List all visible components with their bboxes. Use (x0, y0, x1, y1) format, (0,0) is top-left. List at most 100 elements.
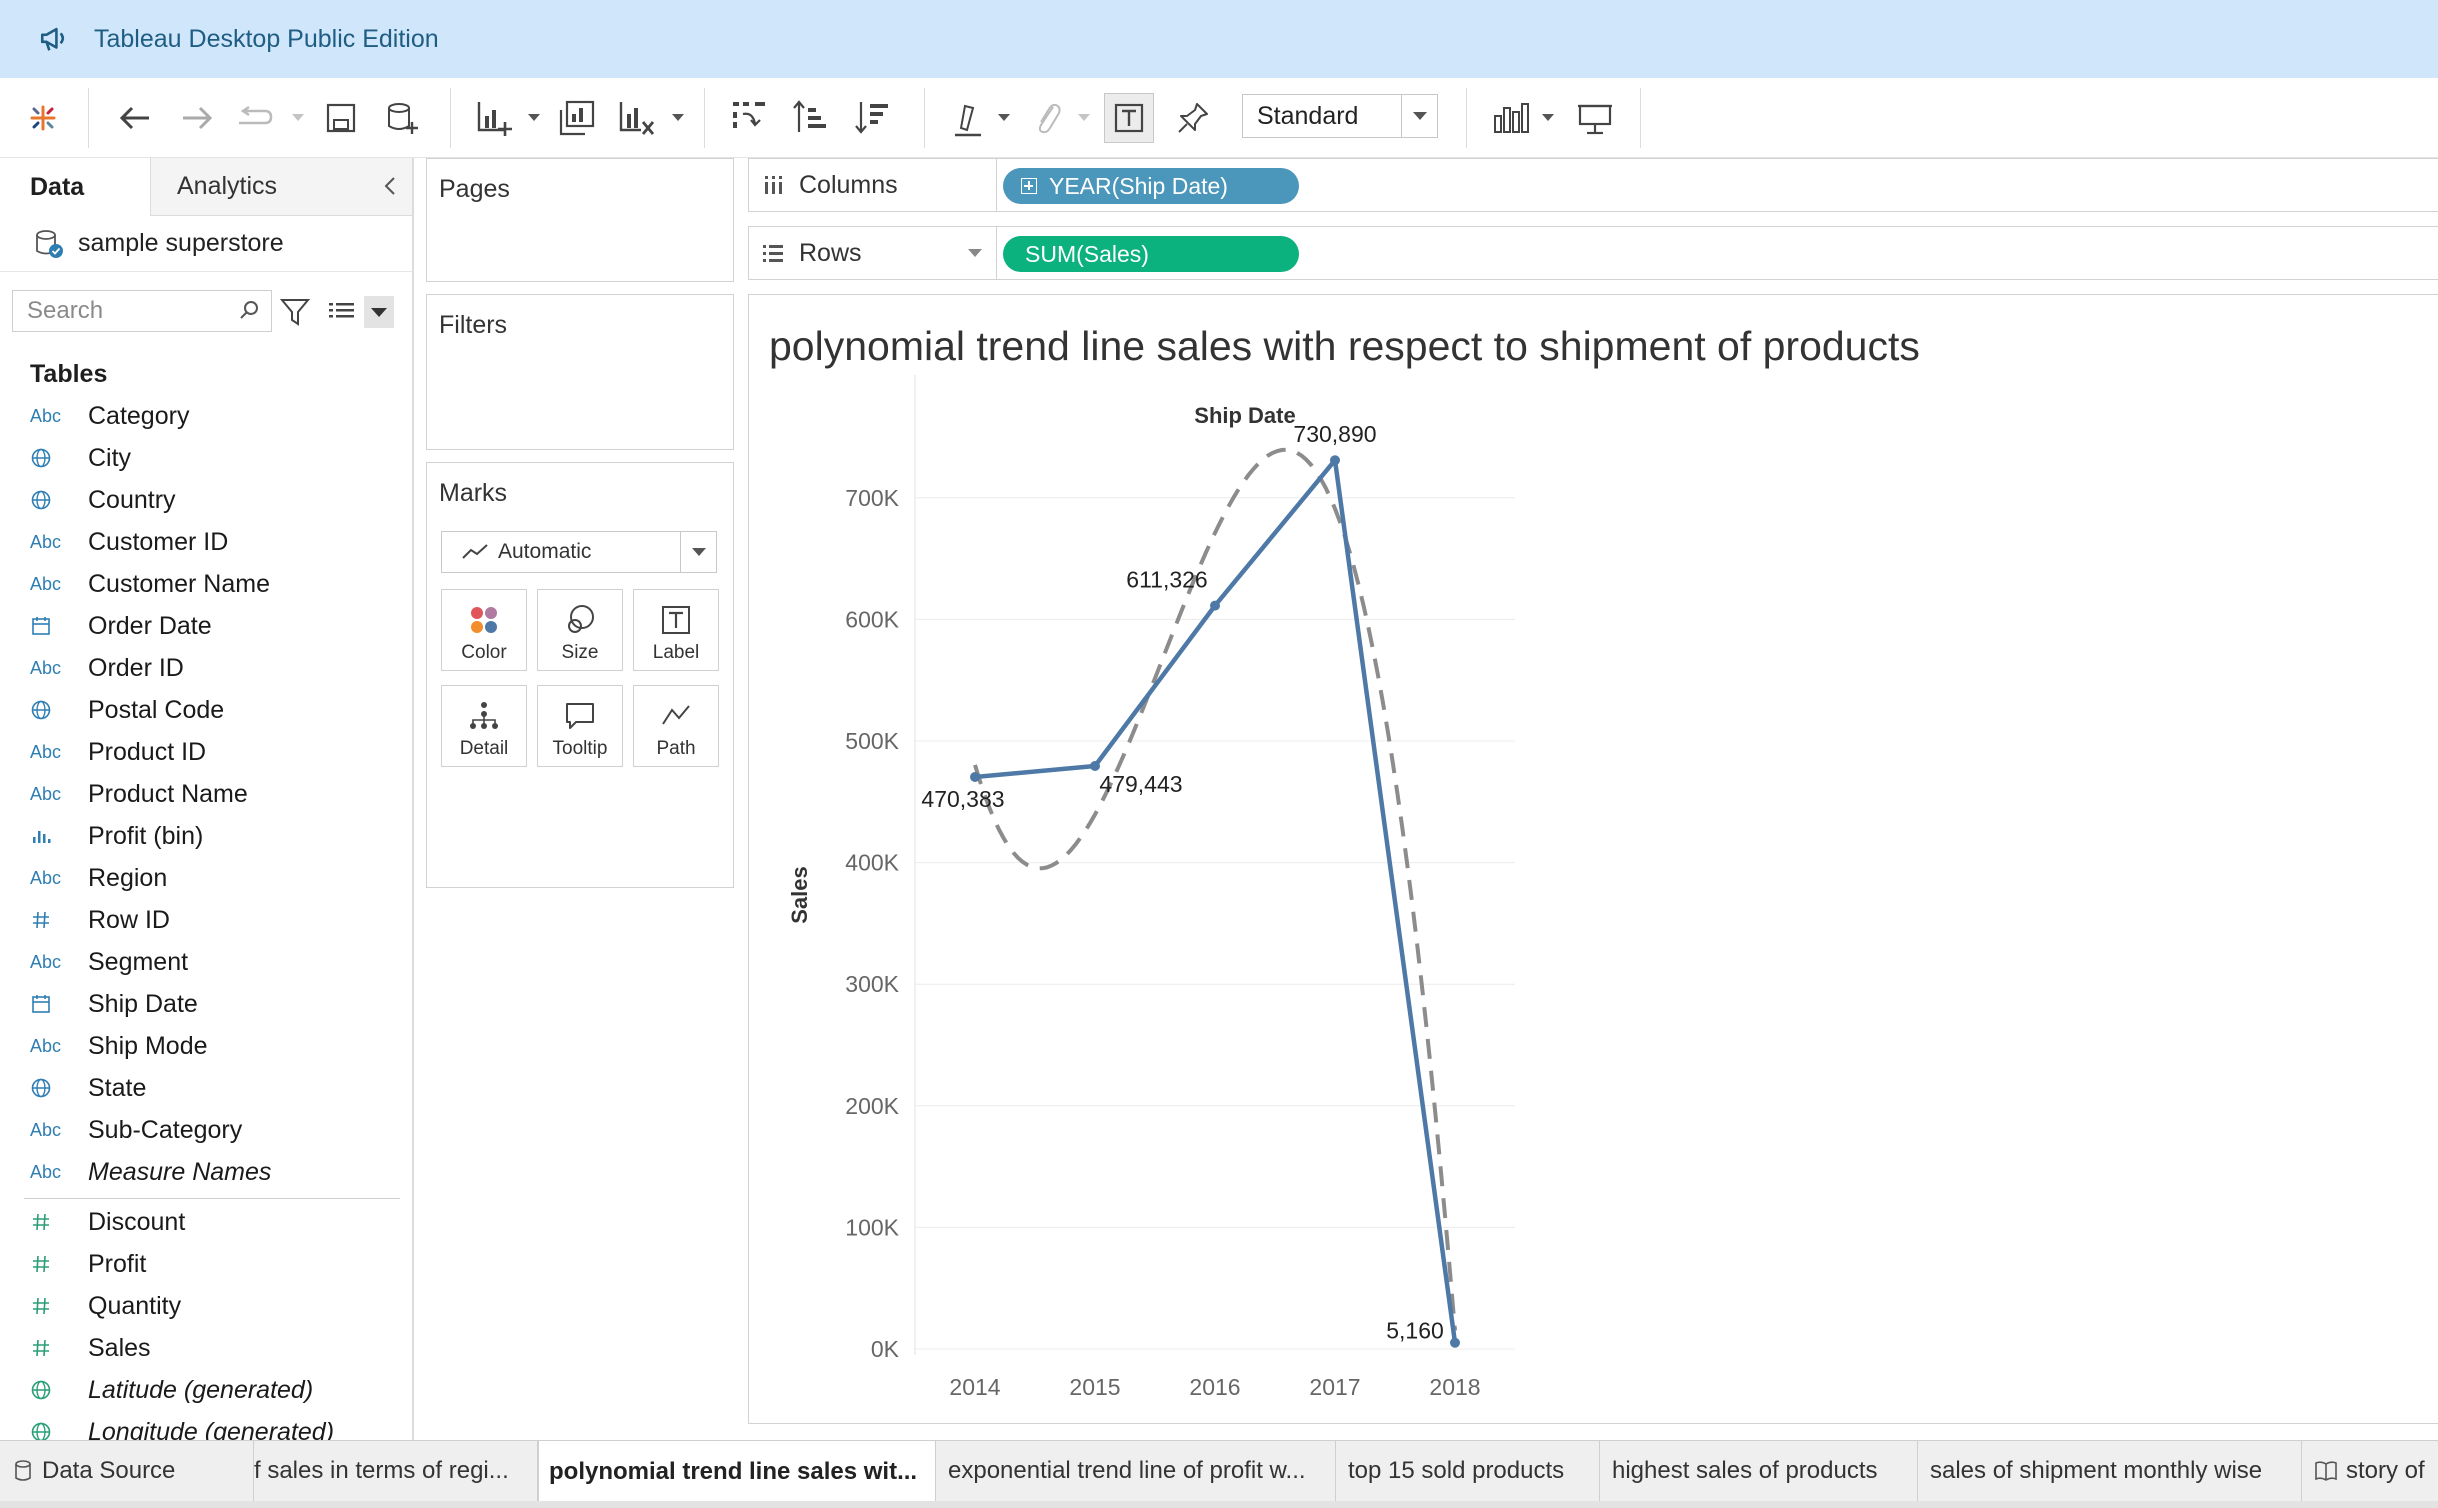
fit-select-value: Standard (1257, 101, 1359, 130)
field-item[interactable]: Abc Segment (0, 941, 412, 983)
group-dropdown[interactable] (1078, 114, 1090, 121)
new-worksheet-icon[interactable] (470, 78, 520, 158)
pages-shelf[interactable]: Pages (426, 158, 734, 282)
field-item[interactable]: Abc Region (0, 857, 412, 899)
highlight-dropdown[interactable] (998, 114, 1010, 121)
toolbar-separator (1640, 88, 1641, 148)
sheet-tab[interactable]: top 15 sold products (1336, 1441, 1600, 1501)
megaphone-icon[interactable] (38, 22, 72, 56)
save-icon[interactable] (318, 78, 364, 158)
tab-data[interactable]: Data (0, 158, 150, 216)
search-input[interactable] (13, 291, 223, 331)
field-item[interactable]: State (0, 1067, 412, 1109)
detail-button[interactable]: Detail (441, 685, 527, 767)
field-item[interactable]: Latitude (generated) (0, 1369, 412, 1411)
columns-pill[interactable]: YEAR(Ship Date) (1003, 168, 1299, 204)
field-item[interactable]: Abc Order ID (0, 647, 412, 689)
field-item[interactable]: Ship Date (0, 983, 412, 1025)
sheet-tab-active[interactable]: polynomial trend line sales wit... (538, 1441, 936, 1503)
worksheet-view[interactable]: polynomial trend line sales with respect… (748, 294, 2438, 1424)
show-labels-icon[interactable] (1104, 93, 1154, 143)
size-button[interactable]: Size (537, 589, 623, 671)
expand-plus-icon[interactable] (1021, 178, 1037, 194)
new-worksheet-dropdown[interactable] (528, 114, 540, 121)
field-item[interactable]: Profit (0, 1243, 412, 1285)
pin-icon[interactable] (1170, 78, 1216, 158)
filters-shelf[interactable]: Filters (426, 294, 734, 450)
field-item[interactable]: Abc Customer ID (0, 521, 412, 563)
horizontal-scrollbar[interactable] (0, 1501, 2438, 1508)
field-item[interactable]: City (0, 437, 412, 479)
field-item[interactable]: Abc Customer Name (0, 563, 412, 605)
story-tab[interactable]: story of (2302, 1441, 2438, 1501)
field-item[interactable]: Country (0, 479, 412, 521)
field-item[interactable]: Profit (bin) (0, 815, 412, 857)
field-item[interactable]: Longitude (generated) (0, 1411, 412, 1440)
tab-analytics[interactable]: Analytics (150, 158, 412, 216)
sheet-tab[interactable]: highest sales of products (1600, 1441, 1918, 1501)
redo-icon[interactable] (172, 78, 222, 158)
chevron-left-icon[interactable] (382, 175, 398, 197)
field-item[interactable]: Abc Measure Names (0, 1151, 412, 1193)
tab-analytics-label: Analytics (177, 172, 278, 200)
field-item[interactable]: Abc Product ID (0, 731, 412, 773)
field-name: Customer Name (88, 569, 270, 598)
tableau-logo-icon[interactable] (20, 78, 66, 158)
sheet-tab[interactable]: f sales in terms of regi... (254, 1441, 538, 1501)
highlight-icon[interactable] (946, 78, 992, 158)
field-item[interactable]: Abc Category (0, 395, 412, 437)
toolbar-separator (704, 88, 705, 148)
field-item[interactable]: Sales (0, 1327, 412, 1369)
view-list-icon[interactable] (328, 300, 356, 324)
sort-descending-icon[interactable] (848, 78, 898, 158)
label-icon (662, 606, 690, 634)
chevron-down-icon[interactable] (968, 249, 982, 257)
field-item[interactable]: Abc Sub-Category (0, 1109, 412, 1151)
presentation-icon[interactable] (1572, 78, 1618, 158)
replay-icon[interactable] (232, 78, 282, 158)
tab-data-source[interactable]: Data Source (0, 1441, 254, 1501)
rows-pill[interactable]: SUM(Sales) (1003, 236, 1299, 272)
replay-dropdown[interactable] (292, 114, 304, 121)
field-item[interactable]: Order Date (0, 605, 412, 647)
field-item[interactable]: Quantity (0, 1285, 412, 1327)
swap-icon[interactable] (724, 78, 774, 158)
fit-select[interactable]: Standard (1242, 94, 1438, 138)
show-me-dropdown[interactable] (1542, 114, 1554, 121)
mark-type-select[interactable]: Automatic (441, 531, 717, 573)
sheet-tab[interactable]: exponential trend line of profit w... (936, 1441, 1336, 1501)
label-button[interactable]: Label (633, 589, 719, 671)
chevron-down-icon[interactable] (1401, 95, 1437, 137)
field-item[interactable]: Row ID (0, 899, 412, 941)
chevron-down-icon[interactable] (364, 296, 394, 328)
rows-shelf[interactable]: Rows SUM(Sales) (748, 226, 2438, 280)
datasource-row[interactable]: sample superstore (0, 216, 412, 272)
clear-sheet-icon[interactable] (612, 78, 662, 158)
clear-sheet-dropdown[interactable] (672, 114, 684, 121)
marks-card-title: Marks (439, 479, 508, 507)
x-tick-label: 2014 (949, 1374, 1000, 1400)
duplicate-sheet-icon[interactable] (552, 78, 602, 158)
data-point (1090, 760, 1100, 771)
color-button[interactable]: Color (441, 589, 527, 671)
field-item[interactable]: Discount (0, 1201, 412, 1243)
tooltip-button[interactable]: Tooltip (537, 685, 623, 767)
new-datasource-icon[interactable] (380, 78, 426, 158)
group-icon[interactable] (1028, 78, 1068, 158)
size-button-label: Size (561, 642, 599, 663)
show-me-icon[interactable] (1488, 78, 1538, 158)
field-name: Latitude (generated) (88, 1375, 314, 1404)
undo-icon[interactable] (110, 78, 160, 158)
columns-shelf[interactable]: Columns YEAR(Ship Date) (748, 158, 2438, 212)
toolbar-separator (924, 88, 925, 148)
field-item[interactable]: Postal Code (0, 689, 412, 731)
path-button[interactable]: Path (633, 685, 719, 767)
sort-ascending-icon[interactable] (786, 78, 836, 158)
field-item[interactable]: Abc Ship Mode (0, 1025, 412, 1067)
title-bar: Tableau Desktop Public Edition (0, 0, 2438, 78)
detail-button-label: Detail (459, 738, 509, 759)
chevron-down-icon[interactable] (680, 532, 716, 572)
field-item[interactable]: Abc Product Name (0, 773, 412, 815)
filter-icon[interactable] (280, 296, 310, 328)
sheet-tab[interactable]: sales of shipment monthly wise (1918, 1441, 2302, 1501)
